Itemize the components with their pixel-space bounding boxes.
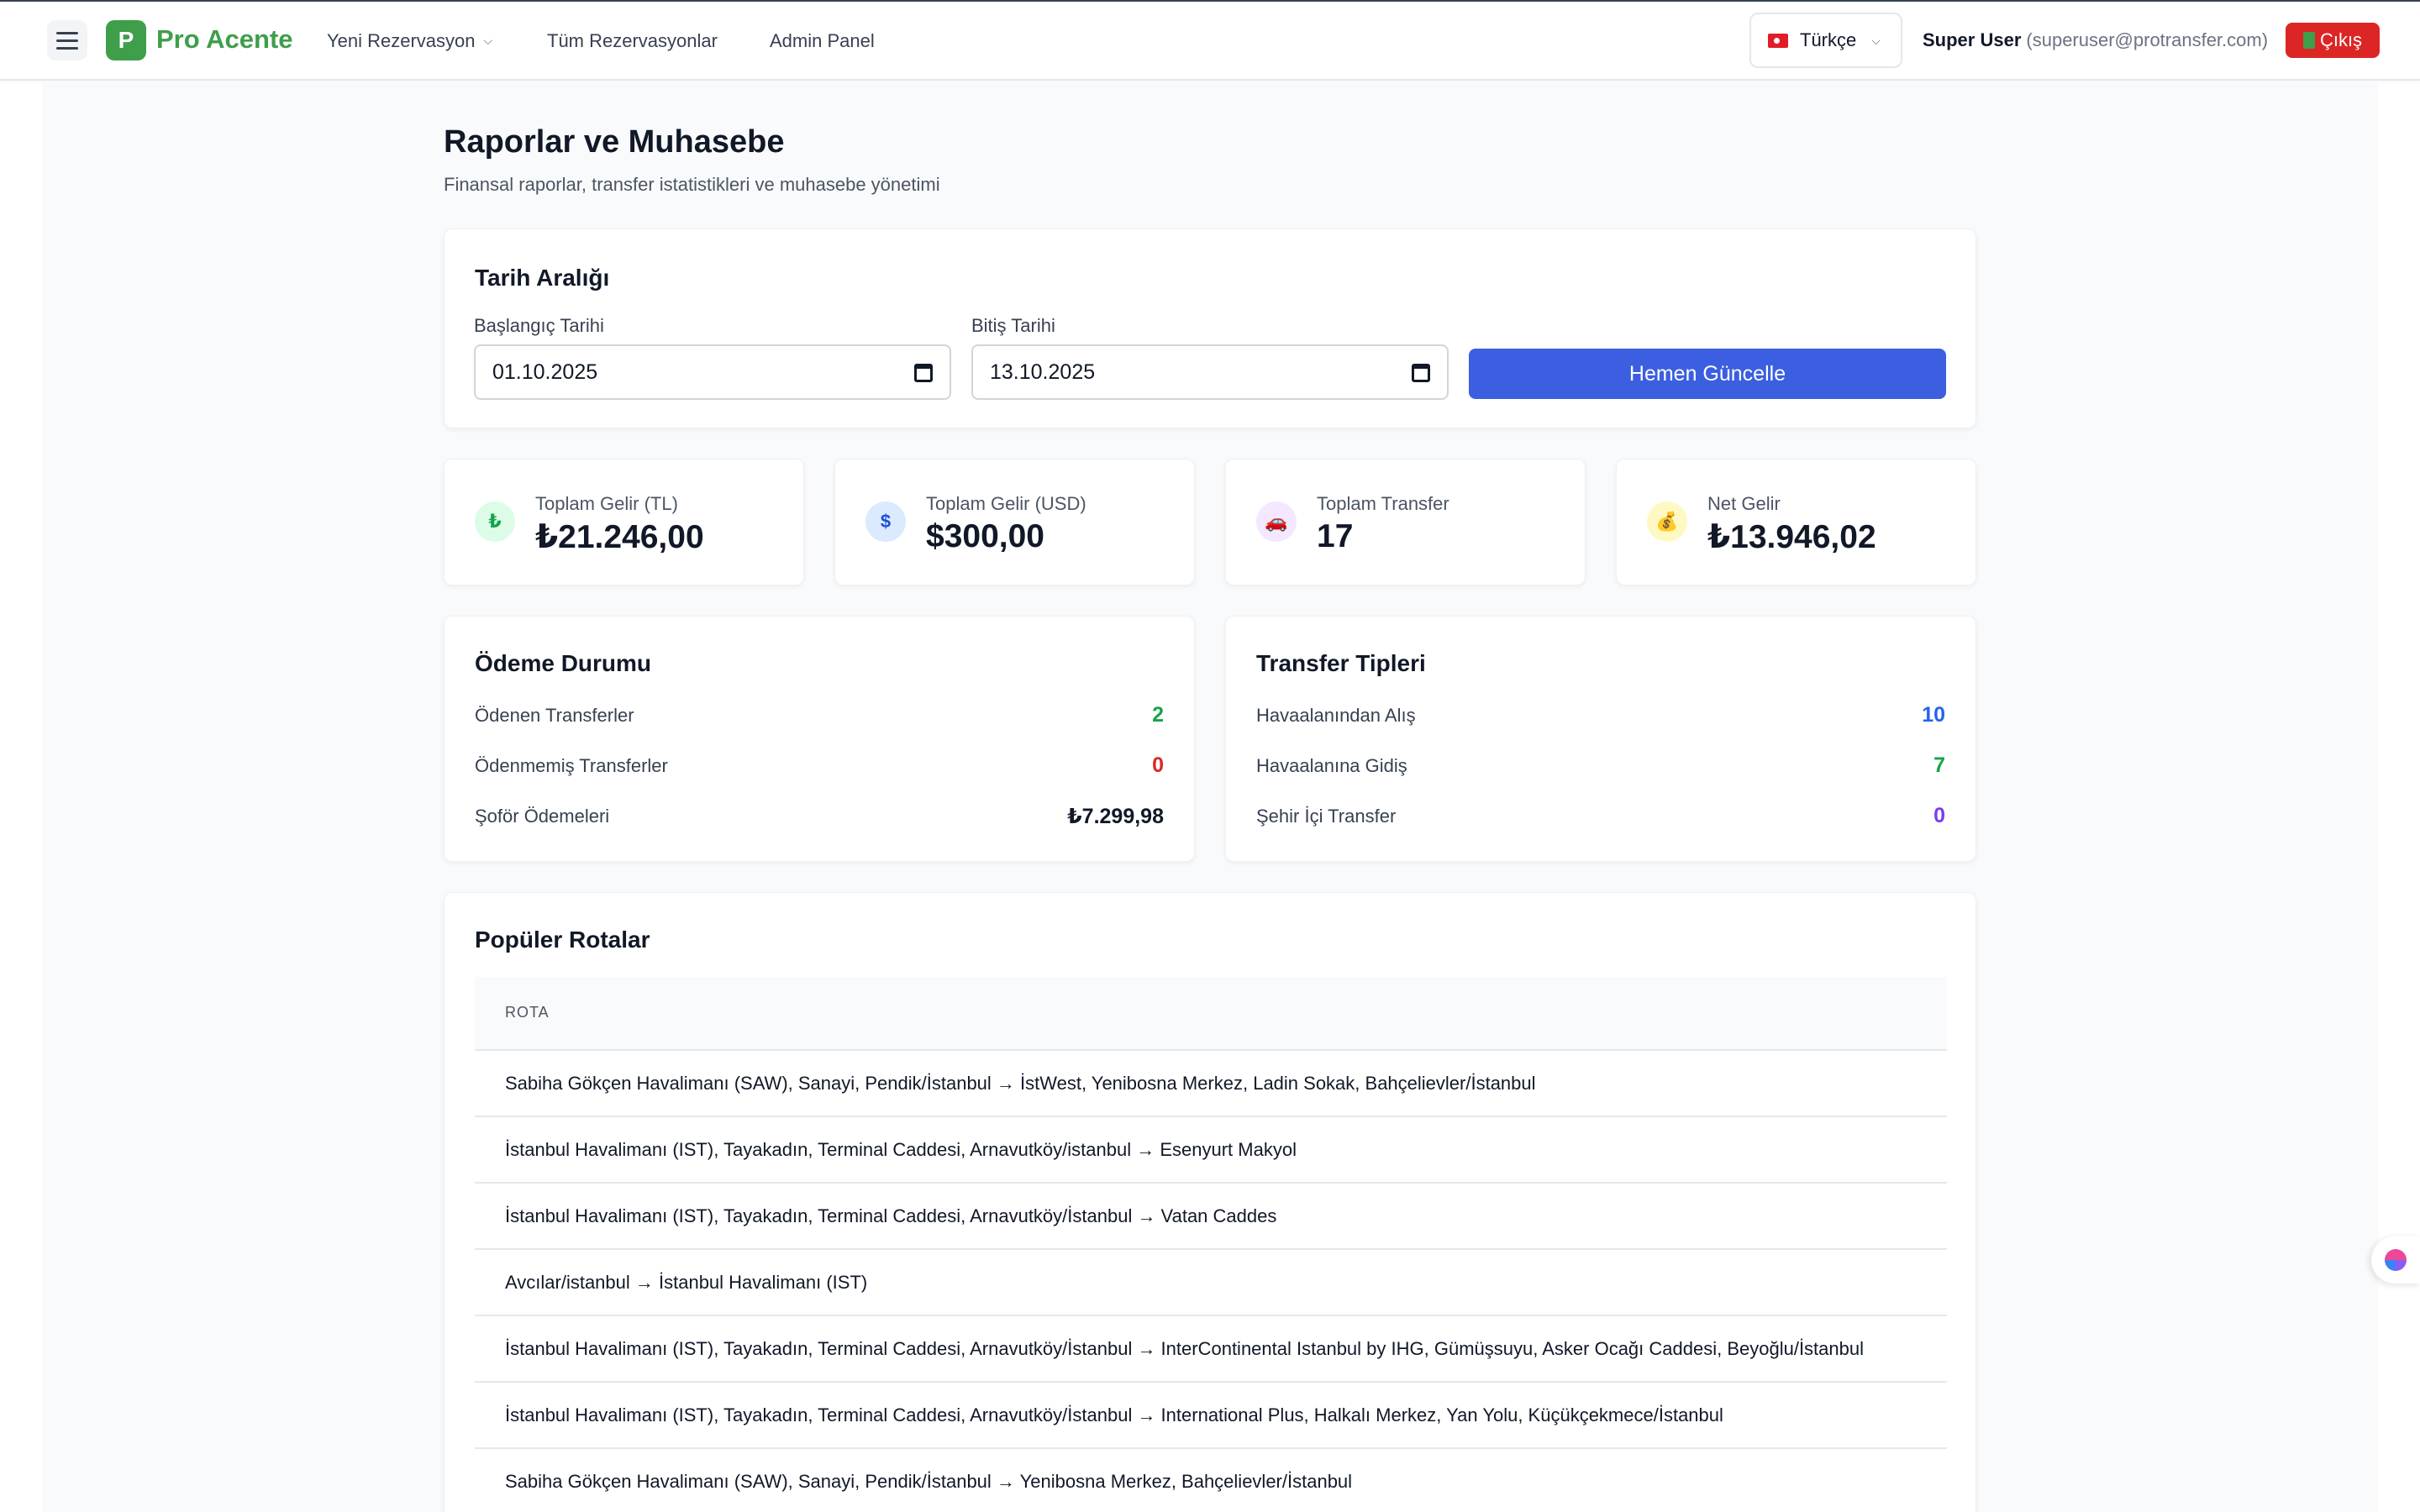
logout-label: Çıkış (2319, 29, 2363, 50)
stat-label: Toplam Gelir (USD) (926, 493, 1086, 514)
language-label: Türkçe (1800, 29, 1857, 50)
user-info: Super User (superuser@protransfer.com) (1923, 29, 2268, 51)
payment-status-title: Ödeme Durumu (475, 650, 652, 676)
calendar-icon[interactable] (914, 364, 933, 382)
chevron-down-icon: ⌵ (1871, 33, 1881, 47)
stat-card-total-usd: $ Toplam Gelir (USD) $300,00 (834, 459, 1195, 585)
user-email: (superuser@protransfer.com) (2026, 29, 2269, 50)
page-title: Raporlar ve Muhasebe (444, 124, 785, 160)
nav-all-reservations[interactable]: Tüm Rezervasyonlar (547, 30, 718, 52)
stat-value: 17 (1317, 518, 1354, 554)
stat-card-total-transfer: 🚗 Toplam Transfer 17 (1225, 459, 1586, 585)
transfer-types-card: Transfer Tipleri Havaalanından Alış 10 H… (1225, 616, 1976, 862)
nav-admin-panel[interactable]: Admin Panel (770, 30, 875, 52)
popular-routes-title: Popüler Rotalar (475, 927, 650, 953)
end-date-value: 13.10.2025 (990, 360, 1096, 384)
stat-value: ₺21.246,00 (535, 519, 704, 555)
money-bag-icon: 💰 (1647, 501, 1687, 542)
city-transfer-label: Şehir İçi Transfer (1256, 806, 1397, 827)
table-header: ROTA (475, 977, 1947, 1051)
table-row: Sabiha Gökçen Havalimanı (SAW), Sanayi, … (475, 1051, 1947, 1117)
stat-label: Toplam Gelir (TL) (535, 493, 678, 514)
brain-icon (2385, 1249, 2407, 1271)
end-date-label: Bitiş Tarihi (971, 315, 1055, 336)
date-range-title: Tarih Aralığı (475, 265, 610, 291)
unpaid-transfers-value: 0 (1152, 753, 1164, 777)
table-row: Sabiha Gökçen Havalimanı (SAW), Sanayi, … (475, 1449, 1947, 1512)
logo-icon[interactable]: P (106, 20, 146, 60)
language-select[interactable]: Türkçe ⌵ (1749, 13, 1902, 68)
user-name: Super User (1923, 29, 2022, 50)
route-cell: Sabiha Gökçen Havalimanı (SAW), Sanayi, … (505, 1471, 1353, 1492)
dollar-icon: $ (865, 501, 906, 542)
end-date-input[interactable]: 13.10.2025 (971, 344, 1449, 400)
brand-name[interactable]: Pro Acente (156, 24, 293, 55)
airport-pickup-value: 10 (1922, 703, 1945, 727)
paid-transfers-value: 2 (1152, 703, 1164, 727)
airport-pickup-label: Havaalanından Alış (1256, 705, 1416, 726)
city-transfer-value: 0 (1933, 804, 1945, 827)
update-button[interactable]: Hemen Güncelle (1469, 349, 1946, 399)
column-route: ROTA (505, 1004, 550, 1021)
airport-dropoff-value: 7 (1933, 753, 1945, 777)
table-row: İstanbul Havalimanı (IST), Tayakadın, Te… (475, 1117, 1947, 1184)
nav-new-reservation[interactable]: Yeni Rezervasyon ⌵ (327, 30, 492, 52)
stat-card-total-tl: ₺ Toplam Gelir (TL) ₺21.246,00 (444, 459, 804, 585)
transfer-types-title: Transfer Tipleri (1256, 650, 1426, 676)
stat-card-net-income: 💰 Net Gelir ₺13.946,02 (1616, 459, 1976, 585)
route-cell: Sabiha Gökçen Havalimanı (SAW), Sanayi, … (505, 1073, 1536, 1094)
unpaid-transfers-label: Ödenmemiş Transferler (475, 755, 668, 776)
stat-value: $300,00 (926, 518, 1044, 554)
hamburger-icon[interactable] (47, 20, 87, 60)
stat-value: ₺13.946,02 (1707, 519, 1876, 555)
turkey-flag-icon (1768, 33, 1788, 48)
car-icon: 🚗 (1256, 501, 1297, 542)
table-row: İstanbul Havalimanı (IST), Tayakadın, Te… (475, 1184, 1947, 1250)
route-cell: İstanbul Havalimanı (IST), Tayakadın, Te… (505, 1139, 1297, 1160)
stat-label: Toplam Transfer (1317, 493, 1449, 514)
start-date-input[interactable]: 01.10.2025 (474, 344, 951, 400)
route-cell: İstanbul Havalimanı (IST), Tayakadın, Te… (505, 1338, 1864, 1359)
driver-payments-value: ₺7.299,98 (1067, 805, 1164, 828)
table-row: Avcılar/istanbul → İstanbul Havalimanı (… (475, 1250, 1947, 1316)
popular-routes-card: Popüler Rotalar ROTA Sabiha Gökçen Haval… (444, 892, 1976, 1512)
chevron-down-icon: ⌵ (483, 34, 493, 47)
stat-label: Net Gelir (1707, 493, 1781, 514)
paid-transfers-label: Ödenen Transferler (475, 705, 634, 726)
table-row: İstanbul Havalimanı (IST), Tayakadın, Te… (475, 1383, 1947, 1449)
door-icon (2302, 32, 2315, 49)
calendar-icon[interactable] (1412, 364, 1430, 382)
assistant-button[interactable] (2371, 1236, 2420, 1284)
page-subtitle: Finansal raporlar, transfer istatistikle… (444, 174, 940, 195)
lira-icon: ₺ (475, 501, 515, 542)
table-row: İstanbul Havalimanı (IST), Tayakadın, Te… (475, 1316, 1947, 1383)
logout-button[interactable]: Çıkış (2286, 23, 2380, 58)
navbar: P Pro Acente Yeni Rezervasyon ⌵ Tüm Rezer… (0, 2, 2420, 81)
route-cell: İstanbul Havalimanı (IST), Tayakadın, Te… (505, 1205, 1277, 1226)
route-cell: Avcılar/istanbul → İstanbul Havalimanı (… (505, 1272, 868, 1293)
airport-dropoff-label: Havaalanına Gidiş (1256, 755, 1407, 776)
driver-payments-label: Şoför Ödemeleri (475, 806, 610, 827)
start-date-value: 01.10.2025 (492, 360, 598, 384)
start-date-label: Başlangıç Tarihi (474, 315, 604, 336)
route-cell: İstanbul Havalimanı (IST), Tayakadın, Te… (505, 1404, 1723, 1425)
payment-status-card: Ödeme Durumu Ödenen Transferler 2 Ödenme… (444, 616, 1195, 862)
nav-new-reservation-label: Yeni Rezervasyon (327, 30, 476, 51)
